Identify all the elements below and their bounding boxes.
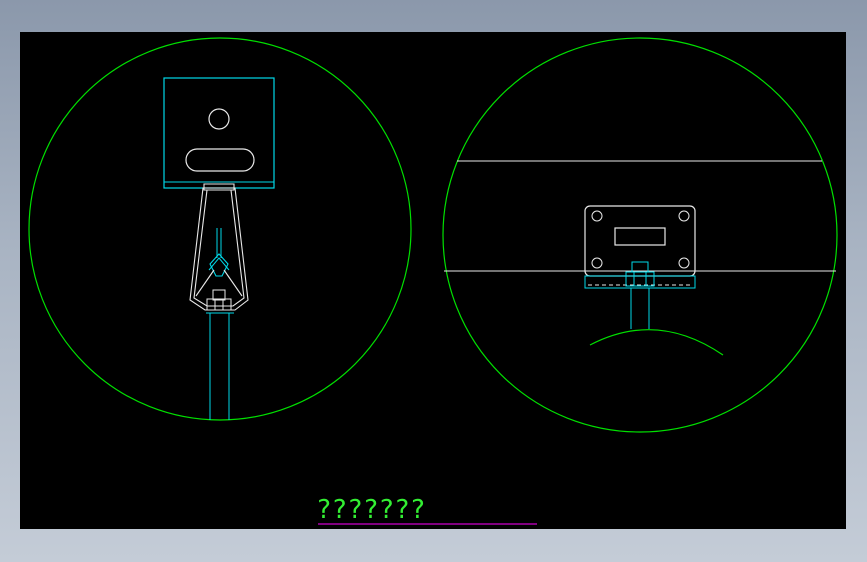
drawing-title: ??????? [316,495,537,525]
plate-slot [614,227,666,246]
spring-clip [189,183,249,311]
bolt-hole [208,108,230,130]
left-detail-circle [28,37,412,421]
clip-inner [208,228,230,271]
left-detail-view [28,37,412,421]
cad-drawing-canvas[interactable]: ??????? [20,32,846,529]
right-detail-view [442,37,838,433]
pipe-arc [589,329,724,356]
nut-and-rod [206,289,234,420]
right-detail-circle [442,37,838,433]
title-text: ??????? [316,495,426,525]
right-nut-and-rod [625,261,655,329]
cad-drawing: ??????? [28,37,838,525]
slot-hole [185,148,255,172]
